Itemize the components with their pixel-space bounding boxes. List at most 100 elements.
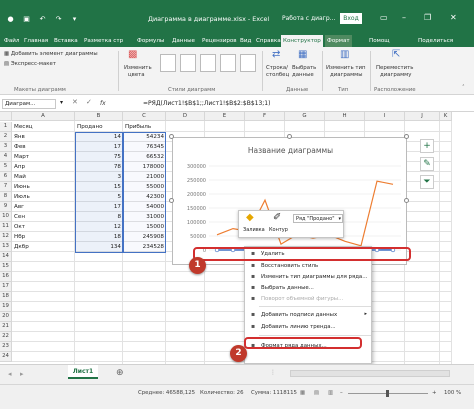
column-header[interactable]: K [440, 112, 452, 121]
normal-view-icon[interactable]: ▦ [300, 390, 305, 396]
chart-filter-icon[interactable]: ⏷ [420, 175, 434, 189]
sold-cell[interactable]: 17 [75, 142, 123, 152]
profit-cell[interactable]: 55000 [123, 182, 166, 192]
sold-cell[interactable]: 78 [75, 162, 123, 172]
column-header[interactable]: A [12, 112, 75, 121]
quick-layout-button[interactable]: ▤ Экспресс-макет [4, 61, 56, 68]
column-header[interactable]: I [365, 112, 405, 121]
tab-tell-me[interactable]: Помощ [367, 35, 392, 47]
row-header[interactable]: 22 [0, 332, 12, 342]
sold-cell[interactable]: 3 [75, 172, 123, 182]
column-header[interactable]: D [166, 112, 205, 121]
tab-file[interactable]: Файл [2, 35, 21, 47]
profit-cell[interactable]: 76345 [123, 142, 166, 152]
row-header[interactable]: 17 [0, 282, 12, 292]
tab-home[interactable]: Главная [22, 35, 50, 47]
row-header[interactable]: 9 [0, 202, 12, 212]
sold-cell[interactable]: 18 [75, 232, 123, 242]
autosave-icon[interactable]: ● [6, 15, 15, 24]
profit-cell[interactable]: 31000 [123, 212, 166, 222]
header-cell[interactable]: Месяц [12, 122, 75, 132]
select-all-corner[interactable] [0, 112, 12, 121]
column-header[interactable]: F [245, 112, 285, 121]
row-header[interactable]: 20 [0, 312, 12, 322]
restore-icon[interactable]: ❐ [424, 13, 431, 22]
minimize-icon[interactable]: – [402, 13, 406, 22]
tab-split-icon[interactable]: ⋮ [270, 369, 276, 376]
month-cell[interactable]: Нбр [12, 232, 75, 242]
scroll-left-icon[interactable]: ◂ [8, 370, 12, 378]
undo-icon[interactable]: ↶ [38, 15, 47, 24]
name-box[interactable]: Диаграм... [2, 99, 56, 109]
column-header[interactable]: G [285, 112, 325, 121]
tab-formulas[interactable]: Формулы [135, 35, 166, 47]
ribbon-display-icon[interactable]: ▭ [380, 13, 388, 22]
insert-function-button[interactable]: fx [100, 100, 106, 107]
tab-share[interactable]: Поделиться [416, 35, 455, 47]
tab-format[interactable]: Формат [325, 35, 352, 47]
row-header[interactable]: 13 [0, 242, 12, 252]
row-header[interactable]: 7 [0, 182, 12, 192]
outline-button[interactable]: ✐ Контур [267, 212, 291, 238]
month-cell[interactable]: Апр [12, 162, 75, 172]
save-icon[interactable]: ▣ [22, 15, 31, 24]
sold-cell[interactable]: 8 [75, 212, 123, 222]
resize-handle-tm[interactable] [287, 134, 292, 139]
tab-data[interactable]: Данные [170, 35, 197, 47]
header-cell[interactable]: Прибыль [123, 122, 166, 132]
tab-help[interactable]: Справка [254, 35, 283, 47]
row-header[interactable]: 12 [0, 232, 12, 242]
enter-icon[interactable]: ✓ [86, 98, 92, 106]
page-layout-view-icon[interactable]: ▤ [314, 390, 319, 396]
chart-style-4[interactable] [220, 54, 236, 72]
profit-cell[interactable]: 66532 [123, 152, 166, 162]
month-cell[interactable]: Июль [12, 192, 75, 202]
month-cell[interactable]: Май [12, 172, 75, 182]
month-cell[interactable]: Окт [12, 222, 75, 232]
row-header[interactable]: 11 [0, 222, 12, 232]
worksheet-grid[interactable]: ABCDEFGHIJK 1 2 3 4 5 6 7 8 9 10 11 12 13 14 15 16 17 18 1… [0, 112, 452, 364]
sheet-tab-list1[interactable]: Лист1 [68, 365, 98, 379]
redo-icon[interactable]: ↷ [54, 15, 63, 24]
profit-cell[interactable]: 15000 [123, 222, 166, 232]
close-icon[interactable]: ✕ [450, 13, 457, 22]
zoom-in-icon[interactable]: + [432, 390, 437, 396]
row-header[interactable]: 15 [0, 262, 12, 272]
profit-cell[interactable]: 21000 [123, 172, 166, 182]
month-cell[interactable]: Июнь [12, 182, 75, 192]
row-header[interactable]: 6 [0, 172, 12, 182]
chart-styles-brush-icon[interactable]: ✎ [420, 157, 434, 171]
row-header[interactable]: 23 [0, 342, 12, 352]
profit-cell[interactable]: 54000 [123, 202, 166, 212]
signin-button[interactable]: Вход [340, 13, 362, 24]
profit-cell[interactable]: 42300 [123, 192, 166, 202]
month-cell[interactable]: Авг [12, 202, 75, 212]
tab-page-layout[interactable]: Разметка стр [82, 35, 125, 47]
add-sheet-icon[interactable]: ⊕ [116, 368, 124, 378]
chart-elements-plus-icon[interactable]: + [420, 139, 434, 153]
series-dropdown[interactable]: Ряд "Продано" ▾ [293, 214, 343, 223]
month-cell[interactable]: Янв [12, 132, 75, 142]
header-cell[interactable]: Продано [75, 122, 123, 132]
chart-style-3[interactable] [200, 54, 216, 72]
month-cell[interactable]: Дкбр [12, 242, 75, 252]
column-header[interactable]: B [75, 112, 123, 121]
zoom-slider-thumb[interactable] [386, 390, 389, 397]
column-header[interactable]: H [325, 112, 365, 121]
tab-design[interactable]: Конструктор [281, 35, 323, 47]
sold-cell[interactable]: 15 [75, 182, 123, 192]
zoom-level[interactable]: 100 % [444, 390, 461, 396]
tab-insert[interactable]: Вставка [52, 35, 80, 47]
resize-handle-mr[interactable] [404, 198, 409, 203]
resize-handle-ml[interactable] [169, 198, 174, 203]
row-header[interactable]: 14 [0, 252, 12, 262]
row-header[interactable]: 8 [0, 192, 12, 202]
column-header[interactable]: C [123, 112, 166, 121]
profit-cell[interactable]: 245908 [123, 232, 166, 242]
resize-handle-tl[interactable] [169, 134, 174, 139]
formula-input[interactable]: =РЯД(Лист1!$B$1;;Лист1!$B$2:$B$13;1) [143, 99, 270, 108]
sold-cell[interactable]: 17 [75, 202, 123, 212]
sold-cell[interactable]: 14 [75, 132, 123, 142]
sold-cell[interactable]: 75 [75, 152, 123, 162]
row-header[interactable]: 4 [0, 152, 12, 162]
